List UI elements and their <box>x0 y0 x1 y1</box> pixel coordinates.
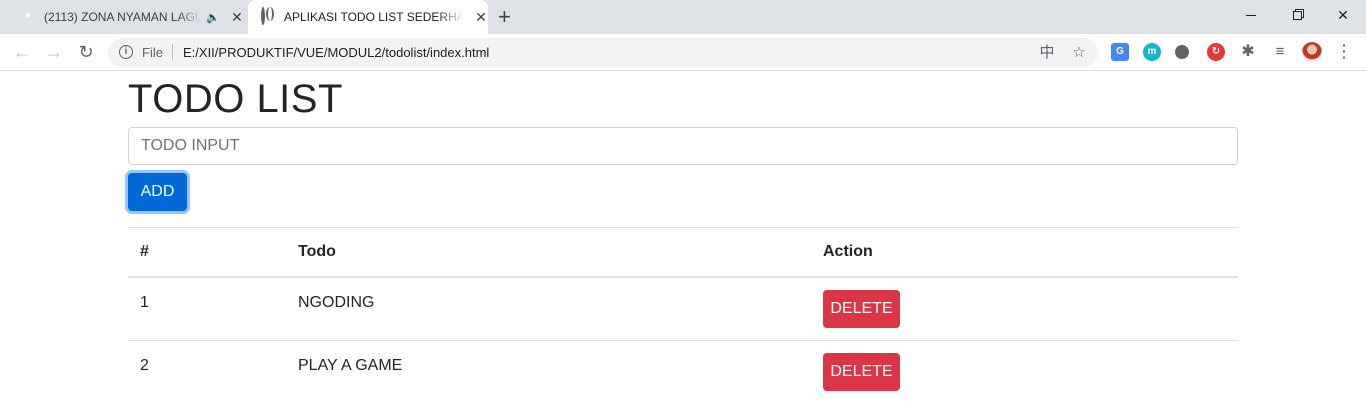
close-tab-icon[interactable]: ✕ <box>230 9 244 26</box>
address-bar[interactable]: i File E:/XII/PRODUKTIF/VUE/MODUL2/todol… <box>108 38 1098 67</box>
delete-button[interactable]: DELETE <box>823 353 900 391</box>
globe-icon <box>260 7 276 25</box>
speaker-icon[interactable]: 🔈 <box>206 11 220 24</box>
reading-list-icon[interactable]: ≡ <box>1271 43 1289 61</box>
row-action: DELETE <box>811 276 1238 341</box>
row-action: DELETE <box>811 340 1238 405</box>
info-icon[interactable]: i <box>119 45 133 59</box>
todo-input[interactable] <box>128 127 1238 165</box>
new-tab-icon[interactable]: + <box>498 6 511 28</box>
url-scheme: File <box>142 45 163 60</box>
bookmark-star-icon[interactable]: ☆ <box>1070 44 1088 62</box>
forward-icon[interactable]: → <box>42 41 66 65</box>
url-text[interactable]: E:/XII/PRODUKTIF/VUE/MODUL2/todolist/ind… <box>183 45 489 60</box>
close-window-icon[interactable]: ✕ <box>1320 0 1366 30</box>
red-extension-icon[interactable]: ↻ <box>1207 43 1225 61</box>
puzzle-extensions-icon[interactable]: ✱ <box>1239 43 1257 61</box>
divider <box>172 44 173 61</box>
table-header-row: # Todo Action <box>128 227 1238 278</box>
back-icon[interactable]: ← <box>10 41 34 65</box>
restore-icon[interactable] <box>1274 0 1320 30</box>
tab-title: (2113) ZONA NYAMAN LAGU <box>44 10 202 24</box>
minimize-icon[interactable] <box>1228 0 1274 30</box>
tab-strip: (2113) ZONA NYAMAN LAGU 🔈 ✕ APLIKASI TOD… <box>0 0 1366 34</box>
row-todo: PLAY A GAME <box>286 340 811 405</box>
browser-tab-youtube[interactable]: (2113) ZONA NYAMAN LAGU 🔈 ✕ <box>8 0 248 34</box>
menu-kebab-icon[interactable]: ⋮ <box>1334 40 1354 64</box>
translate-icon[interactable]: 中 <box>1038 44 1056 62</box>
tab-title: APLIKASI TODO LIST SEDERHANA <box>284 10 464 24</box>
header-todo: Todo <box>286 227 811 278</box>
m-extension-icon[interactable]: m <box>1143 43 1161 61</box>
row-number: 2 <box>128 340 286 405</box>
youtube-icon <box>20 9 36 25</box>
page-title: TODO LIST <box>128 77 343 121</box>
browser-toolbar: ← → ↻ i File E:/XII/PRODUKTIF/VUE/MODUL2… <box>0 34 1366 71</box>
reload-icon[interactable]: ↻ <box>74 41 98 65</box>
delete-button[interactable]: DELETE <box>823 289 900 328</box>
row-todo: NGODING <box>286 276 811 341</box>
profile-avatar[interactable] <box>1302 42 1322 62</box>
todo-container: TODO LIST ADD # Todo Action 1 NGODING DE… <box>128 71 1238 405</box>
browser-tab-todo[interactable]: APLIKASI TODO LIST SEDERHANA ✕ <box>248 0 488 34</box>
add-button[interactable]: ADD <box>128 173 187 211</box>
header-number: # <box>128 227 286 278</box>
header-action: Action <box>811 227 1238 278</box>
table-row: 2 PLAY A GAME DELETE <box>128 340 1238 405</box>
todo-table: # Todo Action 1 NGODING DELETE 2 PLAY A … <box>128 227 1238 405</box>
table-row: 1 NGODING DELETE <box>128 276 1238 341</box>
page-content: TODO LIST ADD # Todo Action 1 NGODING DE… <box>0 71 1366 405</box>
circle-extension-icon[interactable] <box>1175 45 1189 59</box>
row-number: 1 <box>128 276 286 341</box>
google-translate-extension-icon[interactable]: G <box>1111 43 1129 61</box>
close-tab-icon[interactable]: ✕ <box>474 9 488 26</box>
